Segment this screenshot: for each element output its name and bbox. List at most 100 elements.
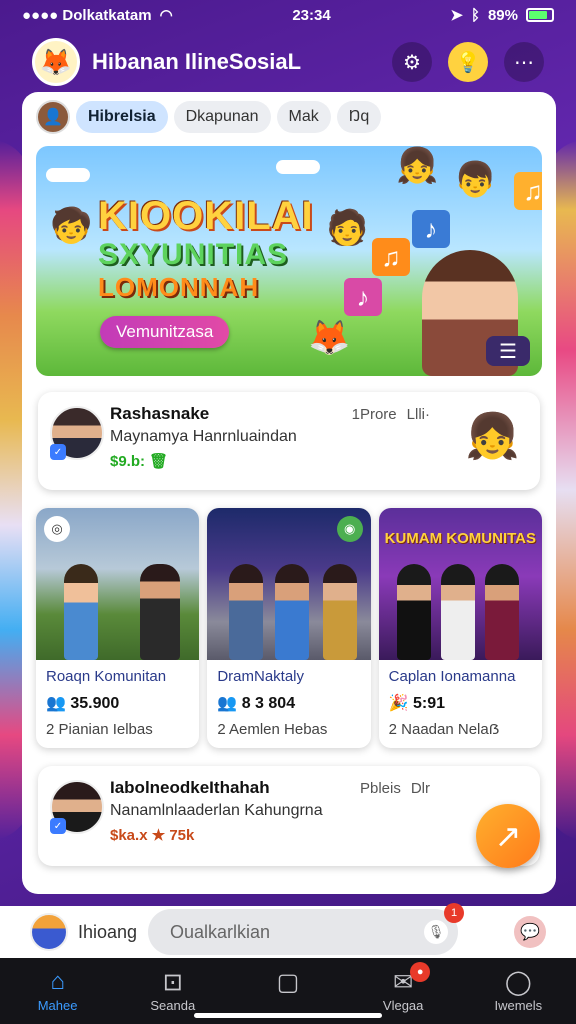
more-options-button[interactable]: ⋯	[504, 42, 544, 82]
kid-character-illustration: 🧑	[326, 209, 369, 247]
banner-headline-3: LOMONNAH	[98, 272, 260, 302]
notification-dot: ●	[410, 962, 431, 982]
person-illustration	[440, 564, 475, 660]
bottom-navigation: ⌂ Mahee ⊡ Seanda ▢ ✉ ● Vlegaa ◯ Iwemels	[0, 958, 576, 1024]
chip-0[interactable]: Hibrelsia	[76, 101, 168, 133]
community-stats: 👥 35.900	[46, 695, 120, 712]
nav-label: Seanda	[150, 998, 196, 1013]
plus-icon: ▢	[276, 969, 300, 996]
chip-1[interactable]: Dkapunan	[173, 101, 271, 133]
app-title: Hibanan IlineSosiaL	[92, 49, 302, 74]
community-image: ◎	[36, 508, 200, 660]
nav-home[interactable]: ⌂ Mahee	[13, 968, 103, 1013]
banner-headline-2: SXYUNITIAS	[98, 238, 289, 271]
post-actions: Pbleis Dlr	[360, 780, 430, 797]
share-fab-button[interactable]: ↗	[476, 804, 540, 868]
post-action-label[interactable]: Pbleis	[360, 780, 401, 797]
banner-cta-button[interactable]: Vemunitzasa	[100, 316, 230, 348]
chip-avatar[interactable]: 👤	[36, 100, 70, 134]
community-subtitle: 2 Aemlen Hebas	[217, 721, 328, 738]
person-illustration	[484, 564, 519, 660]
carrier-label: ●●●● Dolkatkatam	[22, 6, 152, 24]
community-card[interactable]: ◉ DramNaktaly 👥 8 3 804 2 Aemlen Hebas	[207, 508, 371, 748]
settings-button[interactable]: ⚙	[392, 42, 432, 82]
post-action-label[interactable]: Dlr	[411, 780, 430, 797]
composer-input[interactable]: Oualkarlkian 🎙 1	[148, 903, 464, 955]
banner-menu-button[interactable]: ☰	[486, 336, 530, 366]
menu-icon: ☰	[499, 340, 517, 363]
app-logo[interactable]: 🦊	[32, 38, 80, 86]
community-subtitle: 2 Naadan Nelaẞ	[388, 721, 500, 738]
profile-icon: ◯	[504, 969, 532, 996]
feed-post[interactable]: ✓ Rashasnake Maynamya Hanrnluaindan $9.b…	[38, 392, 540, 490]
composer-label: Ihioang	[78, 921, 138, 942]
community-subtitle: 2 Pianian Ielbas	[46, 721, 153, 738]
post-meta: $ka.x ★ 75k	[110, 827, 195, 844]
person-illustration	[275, 564, 310, 660]
nav-messages[interactable]: ✉ ● Vlegaa	[358, 962, 448, 1013]
composer-placeholder: Oualkarlkian	[170, 921, 271, 942]
post-actions: 1Prore Llli·	[352, 406, 430, 423]
arrow-up-right-icon: ↗	[494, 818, 522, 854]
mic-icon[interactable]: 🎙	[424, 920, 448, 944]
post-action-label[interactable]: Llli·	[407, 406, 430, 423]
home-icon: ⌂	[50, 968, 65, 995]
avatar[interactable]	[30, 913, 68, 951]
ideas-button[interactable]: 💡	[448, 42, 488, 82]
clock: 23:34	[292, 6, 331, 24]
banner-headline-1: KIOOKILAI	[98, 194, 314, 238]
music-note-icon: ♪	[344, 278, 382, 316]
kid-character-illustration: 👦	[454, 161, 497, 199]
nav-create[interactable]: ▢	[243, 968, 333, 998]
home-indicator[interactable]	[194, 1013, 382, 1018]
community-badge-icon: ◎	[44, 516, 70, 542]
status-bar: ●●●● Dolkatkatam ◠ 23:34 ➤ ᛒ 89%	[0, 0, 576, 30]
post-author: IabolneodkeIthahah	[110, 778, 270, 797]
person-illustration	[140, 564, 180, 660]
kid-character-illustration: 🧒	[50, 207, 93, 245]
wifi-icon: ◠	[159, 7, 173, 24]
member-count: 35.900	[70, 695, 120, 712]
chip-2[interactable]: Mak	[276, 101, 331, 133]
fox-mascot-illustration: 🦊	[308, 319, 351, 357]
member-count: 5:91	[413, 695, 446, 712]
nav-search[interactable]: ⊡ Seanda	[128, 968, 218, 1013]
gear-icon: ⚙	[403, 51, 421, 74]
verified-badge-icon: ✓	[50, 444, 66, 460]
filter-chips: 👤 Hibrelsia Dkapunan Mak Ŋq	[22, 92, 556, 142]
community-stats: 🎉 5:91	[388, 695, 446, 712]
kid-character-illustration: 👧	[396, 147, 439, 185]
feed-post[interactable]: ✓ IabolneodkeIthahah Nanamlnlaaderlan Ka…	[38, 766, 540, 866]
lightbulb-icon: 💡	[455, 51, 481, 74]
community-image: KUMAM KOMUNITAS	[378, 508, 542, 660]
notification-dot: 1	[444, 903, 464, 923]
app-header: 🦊 Hibanan IlineSosiaL ⚙ 💡 ⋯	[0, 34, 576, 90]
person-illustration	[396, 564, 431, 660]
nav-profile[interactable]: ◯ Iwemels	[473, 968, 563, 1013]
community-title: Roaqn Komunitan	[46, 668, 167, 685]
community-card[interactable]: ◎ Roaqn Komunitan 👥 35.900 2 Pianian Iel…	[36, 508, 200, 748]
music-note-icon: ♫	[514, 172, 542, 210]
community-title: DramNaktaly	[217, 668, 305, 685]
nav-label: Iwemels	[494, 998, 543, 1013]
location-icon: ➤	[450, 7, 463, 24]
battery-percent: 89%	[487, 6, 518, 24]
dots-icon: ⋯	[514, 51, 534, 74]
battery-icon	[525, 8, 554, 22]
cloud-decoration	[276, 160, 320, 174]
post-action-label[interactable]: 1Prore	[352, 406, 397, 423]
chip-3[interactable]: Ŋq	[336, 101, 382, 133]
avatar[interactable]: ✓	[50, 406, 104, 460]
promo-banner[interactable]: 🧒 👧 👦 🧑 🦊 ♪ ♫ ♪ ♫ KIOOKILAI SXYUNITIAS L…	[36, 146, 542, 376]
community-grid: ◎ Roaqn Komunitan 👥 35.900 2 Pianian Iel…	[36, 508, 542, 748]
community-card[interactable]: KUMAM KOMUNITAS Caplan Ionamanna 🎉 5:91 …	[378, 508, 542, 748]
person-illustration	[323, 564, 358, 660]
search-icon: ⊡	[162, 969, 183, 996]
cloud-decoration	[46, 168, 90, 182]
community-stats: 👥 8 3 804	[217, 695, 296, 712]
avatar[interactable]: ✓	[50, 780, 104, 834]
music-note-icon: ♪	[412, 210, 450, 248]
community-image: ◉	[207, 508, 371, 660]
community-image-label: KUMAM KOMUNITAS	[384, 530, 536, 547]
chat-button[interactable]: 💬	[514, 916, 546, 948]
